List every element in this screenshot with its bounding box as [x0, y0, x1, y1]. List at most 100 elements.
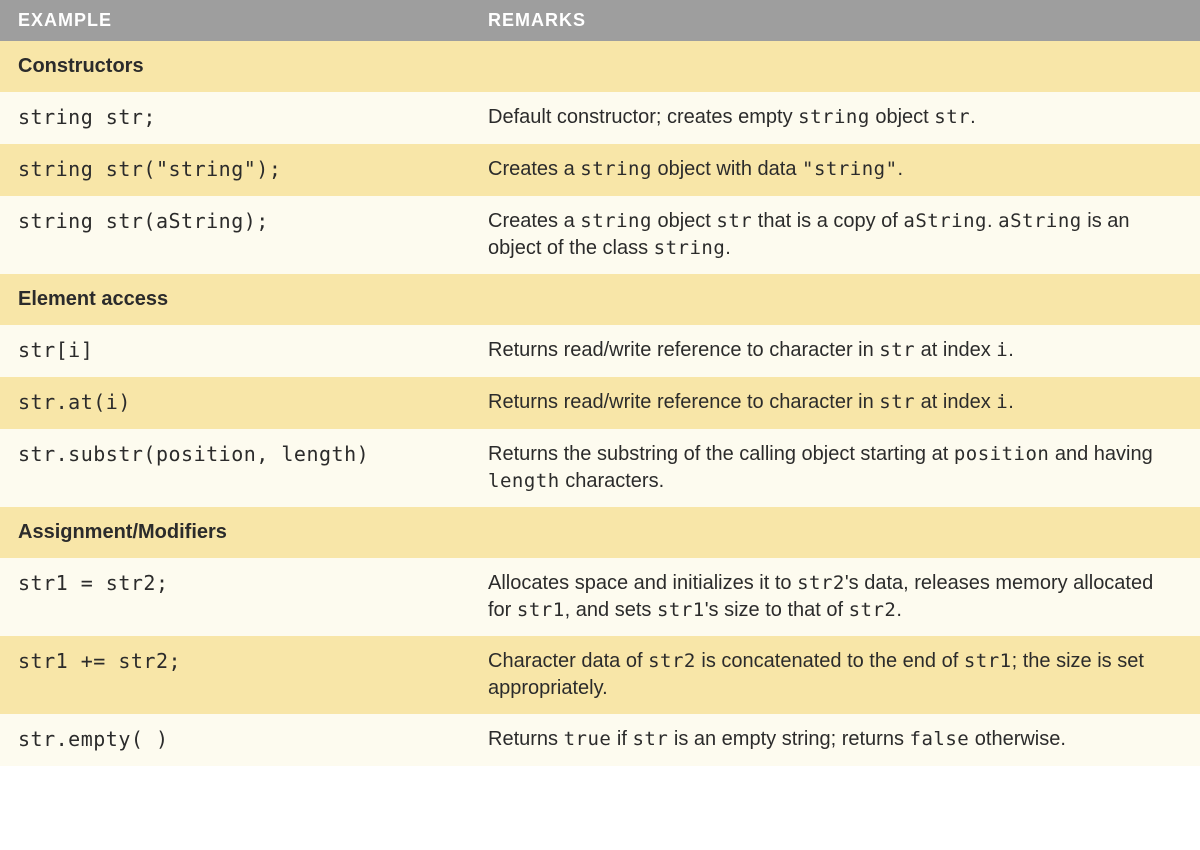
body-text: characters.: [560, 470, 664, 492]
body-text: .: [725, 237, 731, 259]
code-text: aString: [903, 210, 987, 232]
body-text: .: [1008, 339, 1014, 361]
code-text: str2: [648, 650, 696, 672]
code-text: str: [934, 106, 970, 128]
body-text: at index: [915, 339, 996, 361]
table-header-row: EXAMPLE REMARKS: [0, 0, 1200, 41]
body-text: at index: [915, 391, 996, 413]
code-text: length: [488, 470, 560, 492]
code-text: string str("string");: [18, 157, 281, 181]
section-header-row: Assignment/Modifiers: [0, 507, 1200, 558]
section-header-row: Constructors: [0, 41, 1200, 92]
body-text: otherwise.: [969, 728, 1066, 750]
example-cell: string str(aString);: [0, 196, 470, 274]
body-text: object with data: [652, 158, 802, 180]
example-cell: string str;: [0, 92, 470, 144]
section-header-row: Element access: [0, 274, 1200, 325]
code-text: string str(aString);: [18, 209, 269, 233]
body-text: Returns the substring of the calling obj…: [488, 443, 954, 465]
table-row: string str("string"); Creates a string ob…: [0, 144, 1200, 196]
table-row: str.substr(position, length) Returns the …: [0, 429, 1200, 507]
code-text: string str;: [18, 105, 156, 129]
code-text: str: [632, 728, 668, 750]
section-title: Constructors: [0, 41, 1200, 92]
string-reference-table: EXAMPLE REMARKS Constructors string str; D…: [0, 0, 1200, 766]
code-text: "string": [802, 158, 898, 180]
table-row: str1 = str2; Allocates space and initiali…: [0, 558, 1200, 636]
body-text: .: [970, 106, 976, 128]
code-text: str1: [517, 599, 565, 621]
remarks-cell: Default constructor; creates empty strin…: [470, 92, 1200, 144]
body-text: .: [987, 210, 998, 232]
header-remarks: REMARKS: [470, 0, 1200, 41]
body-text: Creates a: [488, 158, 580, 180]
remarks-cell: Returns read/write reference to characte…: [470, 325, 1200, 377]
code-text: string: [580, 210, 652, 232]
section-title: Element access: [0, 274, 1200, 325]
code-text: string: [654, 237, 726, 259]
code-text: false: [910, 728, 970, 750]
remarks-cell: Returns true if str is an empty string; …: [470, 714, 1200, 766]
code-text: str.substr(position, length): [18, 442, 369, 466]
section-title: Assignment/Modifiers: [0, 507, 1200, 558]
code-text: str[i]: [18, 338, 93, 362]
example-cell: str1 += str2;: [0, 636, 470, 714]
code-text: str: [879, 391, 915, 413]
table-row: string str; Default constructor; creates …: [0, 92, 1200, 144]
remarks-cell: Character data of str2 is concatenated t…: [470, 636, 1200, 714]
example-cell: str[i]: [0, 325, 470, 377]
body-text: that is a copy of: [752, 210, 903, 232]
body-text: object: [870, 106, 934, 128]
code-text: str1 = str2;: [18, 571, 169, 595]
code-text: string: [798, 106, 870, 128]
body-text: if: [611, 728, 632, 750]
code-text: str.at(i): [18, 390, 131, 414]
remarks-cell: Returns the substring of the calling obj…: [470, 429, 1200, 507]
table-row: string str(aString); Creates a string obj…: [0, 196, 1200, 274]
code-text: aString: [998, 210, 1082, 232]
body-text: is concatenated to the end of: [696, 650, 964, 672]
code-text: str1: [657, 599, 705, 621]
body-text: .: [896, 599, 902, 621]
body-text: Default constructor; creates empty: [488, 106, 798, 128]
code-text: str2: [797, 572, 845, 594]
example-cell: string str("string");: [0, 144, 470, 196]
table-row: str[i] Returns read/write reference to ch…: [0, 325, 1200, 377]
body-text: .: [898, 158, 904, 180]
code-text: str.empty( ): [18, 727, 169, 751]
table-row: str.empty( ) Returns true if str is an em…: [0, 714, 1200, 766]
body-text: Creates a: [488, 210, 580, 232]
body-text: Allocates space and initializes it to: [488, 572, 797, 594]
body-text: 's size to that of: [705, 599, 849, 621]
remarks-cell: Returns read/write reference to characte…: [470, 377, 1200, 429]
body-text: is an empty string; returns: [668, 728, 909, 750]
body-text: and having: [1049, 443, 1152, 465]
body-text: Returns read/write reference to characte…: [488, 391, 879, 413]
code-text: str: [879, 339, 915, 361]
header-example: EXAMPLE: [0, 0, 470, 41]
example-cell: str.at(i): [0, 377, 470, 429]
remarks-cell: Allocates space and initializes it to st…: [470, 558, 1200, 636]
body-text: Character data of: [488, 650, 648, 672]
code-text: position: [954, 443, 1050, 465]
remarks-cell: Creates a string object str that is a co…: [470, 196, 1200, 274]
body-text: .: [1008, 391, 1014, 413]
code-text: string: [580, 158, 652, 180]
code-text: str2: [849, 599, 897, 621]
body-text: Returns read/write reference to characte…: [488, 339, 879, 361]
code-text: true: [564, 728, 612, 750]
code-text: str1 += str2;: [18, 649, 181, 673]
table-row: str1 += str2; Character data of str2 is c…: [0, 636, 1200, 714]
example-cell: str.substr(position, length): [0, 429, 470, 507]
code-text: str1: [964, 650, 1012, 672]
code-text: i: [996, 339, 1008, 361]
body-text: , and sets: [565, 599, 657, 621]
example-cell: str1 = str2;: [0, 558, 470, 636]
code-text: str: [716, 210, 752, 232]
table-row: str.at(i) Returns read/write reference to…: [0, 377, 1200, 429]
remarks-cell: Creates a string object with data "strin…: [470, 144, 1200, 196]
body-text: object: [652, 210, 716, 232]
body-text: Returns: [488, 728, 564, 750]
example-cell: str.empty( ): [0, 714, 470, 766]
code-text: i: [996, 391, 1008, 413]
